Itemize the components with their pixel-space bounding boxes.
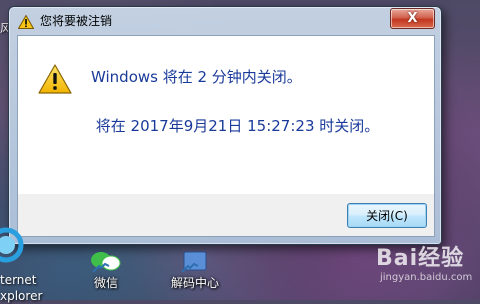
dialog-content: Windows 将在 2 分钟内关闭。 将在 2017年9月21日 15:27:… (17, 35, 435, 195)
shutdown-time-message: 将在 2017年9月21日 15:27:23 时关闭。 (91, 117, 380, 135)
close-icon: X (407, 11, 418, 26)
close-dialog-button[interactable]: 关闭(C) (347, 203, 427, 228)
window-close-button[interactable]: X (390, 8, 435, 29)
wechat-label: 微信 (93, 276, 118, 290)
wechat-shortcut[interactable]: 微信 (71, 250, 141, 291)
unzip-center-label: 解码中心 (170, 276, 219, 290)
internet-explorer-label: ternet xplorer (0, 273, 43, 303)
shutdown-message: Windows 将在 2 分钟内关闭。 (91, 68, 302, 86)
watermark-url: jingyan.baidu.com (380, 272, 473, 283)
dialog-footer: 关闭(C) (17, 194, 435, 237)
watermark-logo: Bai经验 (376, 246, 465, 271)
unzip-center-shortcut[interactable]: 解码中心 (160, 250, 230, 291)
wechat-icon (91, 252, 121, 272)
warning-icon (18, 15, 34, 29)
dialog-titlebar[interactable]: 您将要被注销 X (9, 7, 441, 35)
warning-icon (38, 64, 72, 94)
internet-explorer-icon[interactable] (0, 225, 24, 265)
dialog-title: 您将要被注销 (40, 14, 113, 28)
archive-icon (181, 251, 207, 272)
logoff-dialog: 您将要被注销 X Windows 将在 2 分钟内关闭。 将在 2017年9月2… (8, 6, 442, 245)
